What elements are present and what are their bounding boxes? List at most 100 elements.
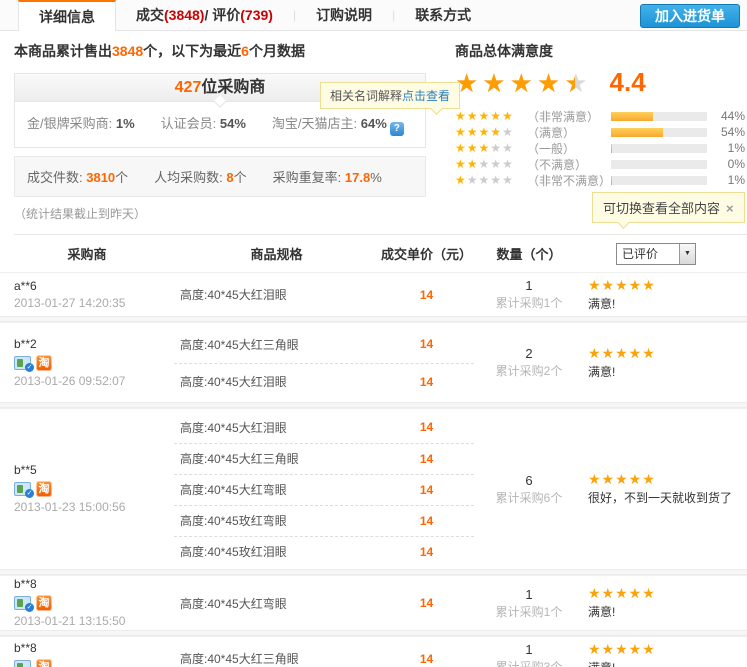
spec-price-cell: 高度:40*45大红弯眼14 [174,585,474,622]
spec-price-cell: 高度:40*45大红三角眼14高度:40*45大红泪眼14 [174,326,474,400]
spec-line: 高度:40*45玫红泪眼14 [174,536,474,567]
satisfaction-row: ★★★★★（一般）1% [455,140,745,156]
spec-price-cell: 高度:40*45大红泪眼14 [174,276,474,313]
spec-name: 高度:40*45大红泪眼 [174,373,379,390]
star-icon: ★ [455,109,467,123]
satisfaction-bar-fill [611,176,612,185]
review-cell: ★★★★★满意! [584,277,747,313]
terms-tooltip-link[interactable]: 点击查看 [402,89,450,103]
stat-deal-count: 成交件数: 3810个 [27,167,128,186]
star-icon: ★ [479,141,491,155]
spec-line: 高度:40*45大红弯眼14 [174,474,474,505]
review-star-rating: ★★★★★ [588,277,747,293]
unit-price: 14 [379,514,474,528]
help-icon[interactable]: ? [390,122,404,136]
spec-name: 高度:40*45大红弯眼 [174,481,379,498]
buyer-cell: b**5淘2013-01-23 15:00:56 [0,462,174,516]
review-text: 满意! [588,364,747,381]
toggle-tooltip: 可切换查看全部内容× [592,192,745,223]
review-filter-select[interactable]: 已评价 ▼ [616,243,696,265]
table-row: b**5淘2013-01-23 15:00:56高度:40*45大红泪眼14高度… [0,408,747,569]
review-star-rating: ★★★★★ [588,471,747,487]
add-to-cart-button[interactable]: 加入进货单 [640,4,740,28]
star-icon: ★ [467,141,479,155]
realname-verified-icon [14,356,31,370]
deals-label: 成交 [136,5,164,25]
realname-verified-icon [14,482,31,496]
tab-detail-info[interactable]: 详细信息 [18,0,116,31]
reviews-label: / 评价 [204,5,240,25]
review-star-rating: ★★★★★ [588,641,747,657]
quantity-value: 1 [474,277,584,295]
star-rating-icons: ★★★★★ [455,158,527,170]
satisfaction-bar [611,112,707,121]
buyer-cell: b**2 淘 2013-01-26 09:52:07 [0,336,174,390]
review-filter-value: 已评价 [617,245,679,262]
transaction-date: 2013-01-26 09:52:07 [14,373,174,390]
stat-certified-members: 认证会员: 54% [161,113,246,136]
stats-cutoff-note: （统计结果截止到昨天） [14,205,426,222]
tab-detail-label: 详细信息 [39,7,95,27]
unit-price: 14 [379,375,474,389]
reviews-count: (739) [240,7,273,23]
buyer-cell: b**8淘2013-01-21 13:15:50 [0,576,174,630]
star-rating-icons: ★★★★★ [455,126,527,138]
column-header-price: 成交单价（元） [379,244,474,263]
unit-price: 14 [379,288,474,302]
chevron-down-icon[interactable]: ▼ [679,244,695,264]
spec-name: 高度:40*45大红三角眼 [174,450,379,467]
tab-order-info[interactable]: 订购说明 [296,0,392,30]
satisfaction-row: ★★★★★（非常满意）44% [455,108,745,124]
table-header-row: 采购商 商品规格 成交单价（元） 数量（个） 已评价 ▼ [0,235,747,272]
taobao-icon: 淘 [36,355,52,371]
satisfaction-bar [611,176,707,185]
tab-deals-reviews[interactable]: 成交(3848) / 评价(739) [116,0,293,30]
satisfaction-label: （非常满意） [527,108,611,125]
summary-text: 个，以下为最近 [143,43,241,59]
satisfaction-bar [611,128,707,137]
table-row: a**62013-01-27 14:20:35高度:40*45大红泪眼141累计… [0,272,747,316]
star-icon: ★ [490,173,502,187]
spec-price-cell: 高度:40*45大红泪眼14高度:40*45大红三角眼14高度:40*45大红弯… [174,412,474,567]
satisfaction-percent: 0% [717,157,745,171]
realname-verified-icon [14,660,31,667]
cumulative-purchases: 累计采购1个 [474,604,584,621]
close-icon[interactable]: × [726,201,734,216]
taobao-icon: 淘 [36,659,52,667]
total-sold-count: 3848 [112,43,143,59]
review-star-rating: ★★★★★ [588,345,747,361]
star-rating-icons: ★★★★★ [455,174,527,186]
spec-name: 高度:40*45大红三角眼 [174,336,379,353]
stars-filled: ★★★★★ [455,68,575,98]
satisfaction-bar-fill [611,144,612,153]
review-cell: ★★★★★ 满意! [584,345,747,381]
star-icon: ★ [490,157,502,171]
quantity-cell: 2累计采购2个 [474,345,584,380]
summary-text: 个月数据 [249,43,305,59]
satisfaction-percent: 44% [717,109,745,123]
buyer-count-suffix: 位采购商 [201,79,265,96]
buyer-icons: 淘 [14,593,174,613]
satisfaction-row: ★★★★★（非常不满意）1% [455,172,745,188]
transaction-date: 2013-01-21 13:15:50 [14,613,174,630]
satisfaction-bar-fill [611,112,653,121]
column-header-qty: 数量（个） [474,244,584,263]
table-body: a**62013-01-27 14:20:35高度:40*45大红泪眼141累计… [0,272,747,667]
table-row: b**8淘高度:40*45大红三角眼141累计采购3个★★★★★满意! [0,636,747,667]
tab-contact[interactable]: 联系方式 [395,0,491,30]
summary-text: 本商品累计售出 [14,43,112,59]
tab-bar: 详细信息 成交(3848) / 评价(739) | 订购说明 | 联系方式 加入… [0,0,747,31]
review-text: 满意! [588,660,747,667]
stat-repeat-rate: 采购重复率: 17.8% [273,167,382,186]
overall-rating-row: ★★★★★★★★★★ 4.4 [455,67,745,98]
satisfaction-title: 商品总体满意度 [455,41,745,61]
buyer-icons: 淘 [14,479,174,499]
review-cell: ★★★★★很好，不到一天就收到货了 [584,471,747,507]
spec-price-cell: 高度:40*45大红三角眼14 [174,640,474,667]
deals-count: (3848) [164,7,204,23]
star-icon: ★ [479,109,491,123]
section-divider [14,234,747,235]
buyer-name: b**2 [14,336,174,353]
star-icon: ★ [490,125,502,139]
star-rating-icons: ★★★★★ [455,142,527,154]
